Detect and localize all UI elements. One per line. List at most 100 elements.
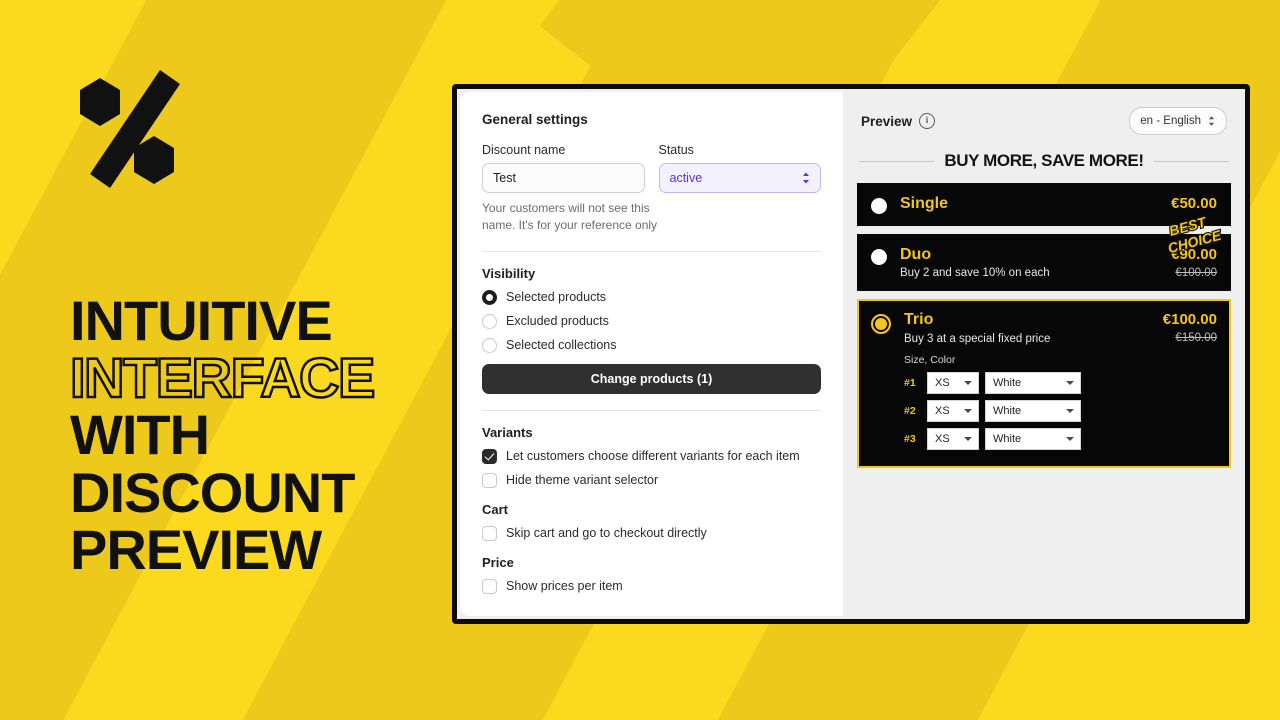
chevron-down-icon: [964, 381, 972, 386]
radio-excluded-products[interactable]: Excluded products: [482, 313, 821, 329]
radio-selected-products[interactable]: Selected products: [482, 289, 821, 305]
variant-header: Size, Color: [904, 353, 956, 366]
chevron-down-icon: [964, 409, 972, 414]
offer-radio-icon[interactable]: [871, 198, 887, 214]
status-label: Status: [658, 143, 694, 157]
language-selector[interactable]: en - English: [1129, 107, 1227, 135]
variant-row-3: #3 XS White: [904, 427, 1142, 450]
radio-label: Selected products: [506, 290, 607, 305]
offer-body: Duo Buy 2 and save 10% on each: [900, 246, 1150, 279]
variant-color-value: White: [993, 432, 1022, 445]
offers-headline-row: BUY MORE, SAVE MORE!: [857, 151, 1231, 171]
chevron-updown-icon: [803, 172, 809, 184]
chevron-down-icon: [964, 437, 972, 442]
discount-name-label: Discount name: [482, 143, 566, 157]
variant-size-value: XS: [935, 376, 950, 389]
checkbox-skip-cart[interactable]: Skip cart and go to checkout directly: [482, 525, 821, 541]
offer-price: €50.00: [1171, 195, 1217, 212]
checkbox-hide-theme-variant-selector[interactable]: Hide theme variant selector: [482, 472, 821, 488]
variant-index: #2: [904, 404, 916, 417]
offer-name: Single: [900, 195, 949, 212]
variant-color-select-3[interactable]: White: [985, 427, 1081, 450]
hero-line-5: PREVIEW: [70, 517, 322, 581]
variant-index: #1: [904, 376, 916, 389]
discount-name-field-group: Discount name: [482, 143, 645, 193]
preview-panel: Preview i en - English BUY MORE, SAVE MO…: [843, 89, 1245, 619]
checkbox-label: Show prices per item: [506, 579, 623, 594]
variant-size-select-3[interactable]: XS: [927, 427, 979, 450]
discount-name-helper: Your customers will not see this name. I…: [482, 201, 658, 233]
checkbox-label: Hide theme variant selector: [506, 473, 659, 488]
chevron-down-icon: [1066, 409, 1074, 414]
offer-radio-icon-selected[interactable]: [871, 314, 891, 335]
offer-price-group: €100.00 €150.00: [1155, 311, 1217, 344]
offer-radio-icon[interactable]: [871, 249, 887, 265]
preview-title-group: Preview i: [861, 113, 936, 129]
checkbox-icon[interactable]: [482, 525, 497, 541]
radio-label: Excluded products: [506, 314, 609, 329]
radio-icon-excluded[interactable]: [482, 313, 497, 329]
cart-title: Cart: [482, 501, 509, 517]
variant-color-value: White: [993, 404, 1022, 417]
variant-size-value: XS: [935, 404, 950, 417]
checkbox-icon[interactable]: [482, 578, 497, 594]
general-settings-title: General settings: [482, 112, 588, 127]
variant-index: #3: [904, 432, 916, 445]
language-value: en - English: [1140, 115, 1201, 127]
offer-name: Duo: [900, 246, 932, 263]
variant-size-select-1[interactable]: XS: [927, 371, 979, 394]
offers-widget: BUY MORE, SAVE MORE! Single €50.00 Duo B…: [857, 151, 1231, 468]
offer-price: €90.00: [1171, 246, 1217, 263]
checkbox-icon-checked[interactable]: [482, 448, 497, 464]
variant-color-select-1[interactable]: White: [985, 371, 1081, 394]
hero-headline: INTUITIVE INTERFACE WITH DISCOUNT PREVIE…: [69, 289, 500, 581]
offer-description: Buy 3 at a special fixed price: [904, 332, 1051, 345]
preview-header: Preview i en - English: [857, 107, 1231, 135]
status-select[interactable]: active: [658, 163, 821, 193]
offer-body: Single: [900, 195, 1150, 213]
variant-color-value: White: [993, 376, 1022, 389]
price-title: Price: [482, 554, 514, 570]
variant-size-value: XS: [935, 432, 950, 445]
hero-line-4: DISCOUNT: [70, 460, 355, 524]
checkbox-icon[interactable]: [482, 472, 497, 488]
variant-color-select-2[interactable]: White: [985, 399, 1081, 422]
radio-selected-collections[interactable]: Selected collections: [482, 337, 821, 353]
offer-row-trio[interactable]: Trio Buy 3 at a special fixed price Size…: [857, 299, 1231, 468]
rule-right: [1153, 160, 1230, 162]
checkbox-label: Skip cart and go to checkout directly: [506, 526, 707, 541]
checkbox-show-prices-per-item[interactable]: Show prices per item: [482, 578, 821, 594]
preview-title: Preview: [861, 113, 913, 129]
chevron-down-icon: [1066, 381, 1074, 386]
offers-headline: BUY MORE, SAVE MORE!: [944, 151, 1144, 170]
rule-left: [859, 160, 935, 162]
offer-price-group: €90.00 €100.00: [1163, 246, 1217, 279]
chevron-down-icon: [1066, 437, 1074, 442]
offer-description: Buy 2 and save 10% on each: [900, 267, 1050, 280]
variant-row-1: #1 XS White: [904, 371, 1142, 394]
visibility-title: Visibility: [482, 265, 536, 281]
change-products-button[interactable]: Change products (1): [482, 363, 821, 394]
radio-icon-selected[interactable]: [482, 289, 497, 305]
offer-row-single[interactable]: Single €50.00: [857, 183, 1231, 226]
percent-hexagon-logo-icon: [68, 62, 208, 202]
name-status-row: Discount name Status active: [482, 143, 821, 193]
variants-title: Variants: [482, 424, 533, 440]
hero-line-1: INTUITIVE: [70, 289, 333, 352]
radio-icon-collections[interactable]: [482, 337, 497, 353]
hero-line-2: INTERFACE: [69, 346, 377, 410]
offer-row-duo[interactable]: Duo Buy 2 and save 10% on each €90.00 €1…: [857, 212, 1231, 292]
status-field-group: Status active: [658, 143, 821, 193]
divider: [482, 250, 821, 252]
screenshot-stage: INTUITIVE INTERFACE WITH DISCOUNT PREVIE…: [0, 0, 1280, 720]
info-icon[interactable]: i: [919, 113, 936, 129]
variant-selectors: Size, Color #1 XS White #2 XS White #3 X…: [904, 354, 1142, 450]
variant-size-select-2[interactable]: XS: [927, 399, 979, 422]
discount-name-input[interactable]: [482, 163, 645, 193]
offer-compare-at-price: €150.00: [1175, 332, 1217, 345]
divider: [482, 409, 821, 411]
offer-price-group: €50.00: [1163, 195, 1217, 212]
app-window: General settings Discount name Status ac…: [452, 84, 1250, 624]
general-settings-panel: General settings Discount name Status ac…: [460, 92, 843, 616]
checkbox-let-customers-choose-variants[interactable]: Let customers choose different variants …: [482, 448, 821, 464]
